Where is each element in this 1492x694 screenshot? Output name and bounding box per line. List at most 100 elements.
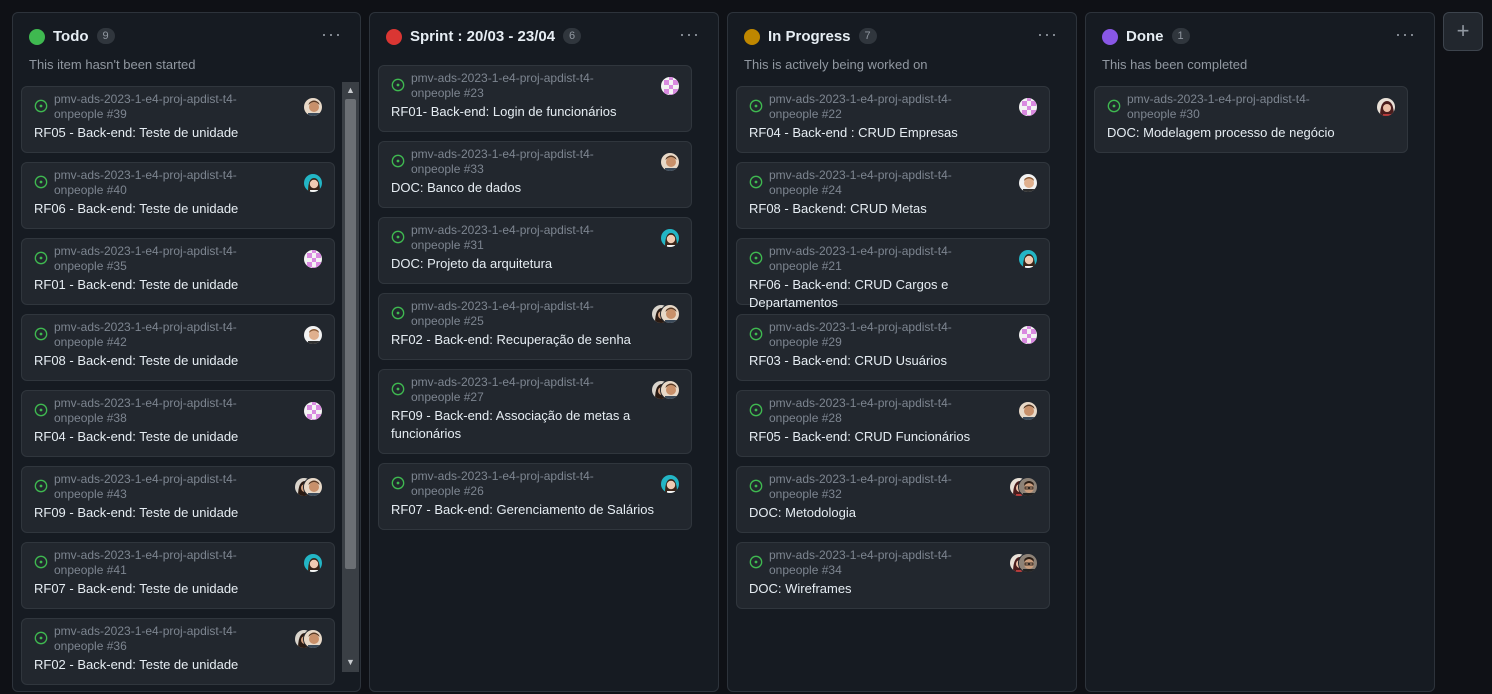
card-title[interactable]: RF02 - Back-end: Teste de unidade [34,656,314,674]
avatar-identicon-pink[interactable] [660,76,680,96]
column-menu-kebab-icon[interactable]: ··· [321,25,342,43]
column-menu-kebab-icon[interactable]: ··· [1037,25,1058,43]
card-repo-number[interactable]: pmv-ads-2023-1-e4-proj-apdist-t4-onpeopl… [54,472,274,502]
card-title[interactable]: DOC: Metodologia [749,504,1029,522]
scroll-thumb[interactable] [345,99,356,569]
issue-card[interactable]: pmv-ads-2023-1-e4-proj-apdist-t4-onpeopl… [736,162,1050,229]
issue-card[interactable]: pmv-ads-2023-1-e4-proj-apdist-t4-onpeopl… [378,65,692,132]
todo-scrollbar[interactable]: ▲ ▼ [342,82,359,672]
card-title[interactable]: RF05 - Back-end: CRUD Funcionários [749,428,1029,446]
card-repo-number[interactable]: pmv-ads-2023-1-e4-proj-apdist-t4-onpeopl… [769,168,989,198]
avatar-woman-red[interactable] [1376,97,1396,117]
card-repo-number[interactable]: pmv-ads-2023-1-e4-proj-apdist-t4-onpeopl… [54,168,274,198]
card-title[interactable]: RF03 - Back-end: CRUD Usuários [749,352,1029,370]
avatar-woman-teal[interactable] [660,474,680,494]
card-title[interactable]: RF09 - Back-end: Associação de metas a f… [391,407,671,443]
issue-card[interactable]: pmv-ads-2023-1-e4-proj-apdist-t4-onpeopl… [21,238,335,305]
card-title[interactable]: RF04 - Back-end: Teste de unidade [34,428,314,446]
issue-card[interactable]: pmv-ads-2023-1-e4-proj-apdist-t4-onpeopl… [736,390,1050,457]
card-title[interactable]: RF06 - Back-end: CRUD Cargos e Departame… [749,276,1029,312]
card-repo-number[interactable]: pmv-ads-2023-1-e4-proj-apdist-t4-onpeopl… [54,548,274,578]
card-repo-number[interactable]: pmv-ads-2023-1-e4-proj-apdist-t4-onpeopl… [54,320,274,350]
avatar-man-light[interactable] [1018,173,1038,193]
card-title[interactable]: RF06 - Back-end: Teste de unidade [34,200,314,218]
avatar-man-brown[interactable] [660,380,680,400]
card-repo-number[interactable]: pmv-ads-2023-1-e4-proj-apdist-t4-onpeopl… [769,92,989,122]
issue-card[interactable]: pmv-ads-2023-1-e4-proj-apdist-t4-onpeopl… [378,217,692,284]
avatar-man-brown[interactable] [660,304,680,324]
card-title[interactable]: RF07 - Back-end: Gerenciamento de Salári… [391,501,671,519]
avatar-woman-teal[interactable] [1018,249,1038,269]
avatar-identicon-pink[interactable] [303,401,323,421]
avatar-identicon-pink[interactable] [1018,325,1038,345]
avatar-man-glasses[interactable] [1018,553,1038,573]
issue-card[interactable]: pmv-ads-2023-1-e4-proj-apdist-t4-onpeopl… [378,369,692,454]
issue-open-icon [34,175,48,189]
avatar-man-brown[interactable] [660,152,680,172]
card-title[interactable]: DOC: Banco de dados [391,179,671,197]
avatar-man-brown[interactable] [303,97,323,117]
issue-card[interactable]: pmv-ads-2023-1-e4-proj-apdist-t4-onpeopl… [21,86,335,153]
avatar-identicon-pink[interactable] [1018,97,1038,117]
card-repo-number[interactable]: pmv-ads-2023-1-e4-proj-apdist-t4-onpeopl… [411,299,631,329]
add-column-button[interactable]: + [1443,12,1483,51]
avatar-man-brown[interactable] [303,477,323,497]
avatar-identicon-pink[interactable] [303,249,323,269]
card-title[interactable]: RF04 - Back-end : CRUD Empresas [749,124,1029,142]
avatar-woman-teal[interactable] [303,173,323,193]
issue-card[interactable]: pmv-ads-2023-1-e4-proj-apdist-t4-onpeopl… [736,466,1050,533]
card-repo-number[interactable]: pmv-ads-2023-1-e4-proj-apdist-t4-onpeopl… [769,396,989,426]
card-title[interactable]: DOC: Projeto da arquitetura [391,255,671,273]
card-title[interactable]: RF02 - Back-end: Recuperação de senha [391,331,671,349]
issue-card[interactable]: pmv-ads-2023-1-e4-proj-apdist-t4-onpeopl… [21,162,335,229]
card-title[interactable]: RF07 - Back-end: Teste de unidade [34,580,314,598]
avatar-man-brown[interactable] [303,629,323,649]
card-repo-number[interactable]: pmv-ads-2023-1-e4-proj-apdist-t4-onpeopl… [54,624,274,654]
card-repo-number[interactable]: pmv-ads-2023-1-e4-proj-apdist-t4-onpeopl… [1127,92,1347,122]
card-repo-number[interactable]: pmv-ads-2023-1-e4-proj-apdist-t4-onpeopl… [411,71,631,101]
issue-card[interactable]: pmv-ads-2023-1-e4-proj-apdist-t4-onpeopl… [21,314,335,381]
column-menu-kebab-icon[interactable]: ··· [679,25,700,43]
column-menu-kebab-icon[interactable]: ··· [1395,25,1416,43]
issue-card[interactable]: pmv-ads-2023-1-e4-proj-apdist-t4-onpeopl… [736,238,1050,310]
card-repo-number[interactable]: pmv-ads-2023-1-e4-proj-apdist-t4-onpeopl… [411,375,631,405]
scroll-down-arrow[interactable]: ▼ [342,656,359,668]
card-title[interactable]: RF08 - Backend: CRUD Metas [749,200,1029,218]
card-repo-number[interactable]: pmv-ads-2023-1-e4-proj-apdist-t4-onpeopl… [769,548,989,578]
card-title[interactable]: RF01 - Back-end: Teste de unidade [34,276,314,294]
avatar-man-brown[interactable] [1018,401,1038,421]
avatar-woman-teal[interactable] [303,553,323,573]
card-repo-number[interactable]: pmv-ads-2023-1-e4-proj-apdist-t4-onpeopl… [411,469,631,499]
card-repo-number[interactable]: pmv-ads-2023-1-e4-proj-apdist-t4-onpeopl… [54,244,274,274]
issue-card[interactable]: pmv-ads-2023-1-e4-proj-apdist-t4-onpeopl… [378,141,692,208]
card-repo-number[interactable]: pmv-ads-2023-1-e4-proj-apdist-t4-onpeopl… [54,92,274,122]
avatar-woman-teal[interactable] [660,228,680,248]
issue-card[interactable]: pmv-ads-2023-1-e4-proj-apdist-t4-onpeopl… [21,390,335,457]
card-title[interactable]: RF05 - Back-end: Teste de unidade [34,124,314,142]
card-repo-number[interactable]: pmv-ads-2023-1-e4-proj-apdist-t4-onpeopl… [769,472,989,502]
issue-card[interactable]: pmv-ads-2023-1-e4-proj-apdist-t4-onpeopl… [378,463,692,530]
issue-card[interactable]: pmv-ads-2023-1-e4-proj-apdist-t4-onpeopl… [21,618,335,685]
avatar-man-glasses[interactable] [1018,477,1038,497]
card-title[interactable]: DOC: Modelagem processo de negócio [1107,124,1387,142]
card-title[interactable]: RF08 - Back-end: Teste de unidade [34,352,314,370]
issue-card[interactable]: pmv-ads-2023-1-e4-proj-apdist-t4-onpeopl… [21,466,335,533]
card-repo-number[interactable]: pmv-ads-2023-1-e4-proj-apdist-t4-onpeopl… [769,320,989,350]
card-repo-number[interactable]: pmv-ads-2023-1-e4-proj-apdist-t4-onpeopl… [411,147,631,177]
issue-card[interactable]: pmv-ads-2023-1-e4-proj-apdist-t4-onpeopl… [736,542,1050,609]
column-in-progress: In Progress 7 ··· This is actively being wo… [727,12,1077,692]
card-repo-number[interactable]: pmv-ads-2023-1-e4-proj-apdist-t4-onpeopl… [54,396,274,426]
card-repo-number[interactable]: pmv-ads-2023-1-e4-proj-apdist-t4-onpeopl… [411,223,631,253]
issue-card[interactable]: pmv-ads-2023-1-e4-proj-apdist-t4-onpeopl… [736,86,1050,153]
issue-open-icon [749,479,763,493]
card-repo-number[interactable]: pmv-ads-2023-1-e4-proj-apdist-t4-onpeopl… [769,244,989,274]
card-title[interactable]: RF01- Back-end: Login de funcionários [391,103,671,121]
issue-card[interactable]: pmv-ads-2023-1-e4-proj-apdist-t4-onpeopl… [736,314,1050,381]
card-title[interactable]: DOC: Wireframes [749,580,1029,598]
avatar-man-light[interactable] [303,325,323,345]
scroll-up-arrow[interactable]: ▲ [342,84,359,96]
card-title[interactable]: RF09 - Back-end: Teste de unidade [34,504,314,522]
issue-card[interactable]: pmv-ads-2023-1-e4-proj-apdist-t4-onpeopl… [378,293,692,360]
issue-card[interactable]: pmv-ads-2023-1-e4-proj-apdist-t4-onpeopl… [1094,86,1408,153]
issue-card[interactable]: pmv-ads-2023-1-e4-proj-apdist-t4-onpeopl… [21,542,335,609]
